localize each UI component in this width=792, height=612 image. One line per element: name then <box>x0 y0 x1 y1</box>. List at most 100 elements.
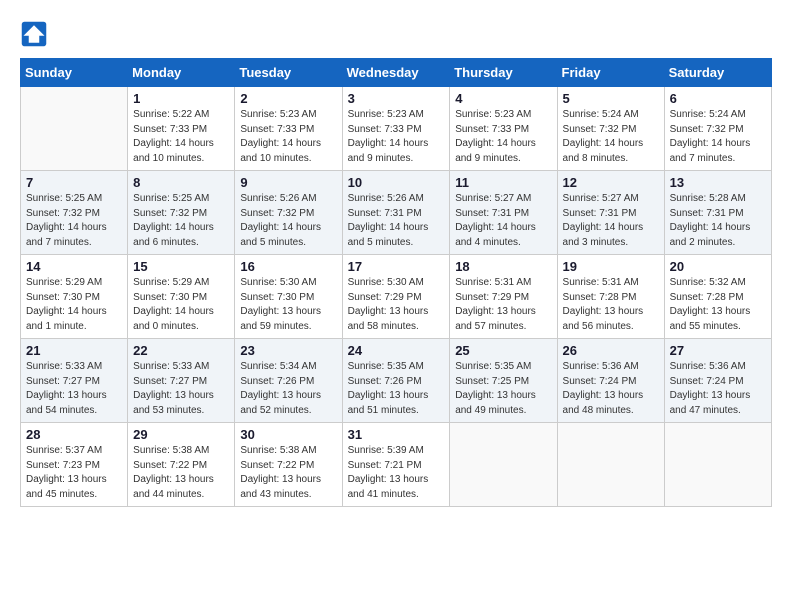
day-number: 1 <box>133 91 229 106</box>
day-number: 30 <box>240 427 336 442</box>
calendar-cell: 23 Sunrise: 5:34 AMSunset: 7:26 PMDayligh… <box>235 339 342 423</box>
day-info: Sunrise: 5:34 AMSunset: 7:26 PMDaylight:… <box>240 360 336 418</box>
logo-icon <box>20 20 48 48</box>
day-number: 25 <box>455 343 551 358</box>
calendar-week-row: 1 Sunrise: 5:22 AMSunset: 7:33 PMDaylight… <box>21 87 772 171</box>
calendar-cell: 24 Sunrise: 5:35 AMSunset: 7:26 PMDayligh… <box>342 339 450 423</box>
day-info: Sunrise: 5:37 AMSunset: 7:23 PMDaylight:… <box>26 444 122 502</box>
calendar-cell: 20 Sunrise: 5:32 AMSunset: 7:28 PMDayligh… <box>664 255 771 339</box>
calendar-cell: 11Sunrise: 5:27 AMSunset: 7:31 PMDayligh… <box>450 171 557 255</box>
day-number: 2 <box>240 91 336 106</box>
day-number: 22 <box>133 343 229 358</box>
day-info: Sunrise: 5:35 AMSunset: 7:25 PMDaylight:… <box>455 360 551 418</box>
calendar-cell <box>21 87 128 171</box>
day-info: Sunrise: 5:26 AMSunset: 7:31 PMDaylight:… <box>348 192 445 250</box>
day-info: Sunrise: 5:36 AMSunset: 7:24 PMDaylight:… <box>670 360 766 418</box>
day-number: 7 <box>26 175 122 190</box>
day-number: 21 <box>26 343 122 358</box>
day-number: 9 <box>240 175 336 190</box>
day-number: 6 <box>670 91 766 106</box>
calendar-cell: 5Sunrise: 5:24 AMSunset: 7:32 PMDaylight… <box>557 87 664 171</box>
calendar-week-row: 14 Sunrise: 5:29 AMSunset: 7:30 PMDayligh… <box>21 255 772 339</box>
calendar-cell: 16 Sunrise: 5:30 AMSunset: 7:30 PMDayligh… <box>235 255 342 339</box>
calendar-cell: 7 Sunrise: 5:25 AMSunset: 7:32 PMDaylight… <box>21 171 128 255</box>
page-header <box>20 20 772 48</box>
day-number: 31 <box>348 427 445 442</box>
day-info: Sunrise: 5:38 AMSunset: 7:22 PMDaylight:… <box>133 444 229 502</box>
day-of-week-header: Monday <box>128 59 235 87</box>
calendar-cell: 21 Sunrise: 5:33 AMSunset: 7:27 PMDayligh… <box>21 339 128 423</box>
calendar-cell: 22 Sunrise: 5:33 AMSunset: 7:27 PMDayligh… <box>128 339 235 423</box>
logo <box>20 20 52 48</box>
day-number: 3 <box>348 91 445 106</box>
day-info: Sunrise: 5:24 AMSunset: 7:32 PMDaylight:… <box>563 108 659 166</box>
day-info: Sunrise: 5:31 AMSunset: 7:28 PMDaylight:… <box>563 276 659 334</box>
calendar-cell: 2Sunrise: 5:23 AMSunset: 7:33 PMDaylight… <box>235 87 342 171</box>
day-info: Sunrise: 5:29 AMSunset: 7:30 PMDaylight:… <box>26 276 122 334</box>
day-number: 16 <box>240 259 336 274</box>
day-info: Sunrise: 5:25 AMSunset: 7:32 PMDaylight:… <box>133 192 229 250</box>
day-of-week-header: Tuesday <box>235 59 342 87</box>
day-info: Sunrise: 5:27 AMSunset: 7:31 PMDaylight:… <box>455 192 551 250</box>
day-info: Sunrise: 5:28 AMSunset: 7:31 PMDaylight:… <box>670 192 766 250</box>
calendar-cell: 17 Sunrise: 5:30 AMSunset: 7:29 PMDayligh… <box>342 255 450 339</box>
day-info: Sunrise: 5:33 AMSunset: 7:27 PMDaylight:… <box>26 360 122 418</box>
day-info: Sunrise: 5:25 AMSunset: 7:32 PMDaylight:… <box>26 192 122 250</box>
calendar-cell: 1 Sunrise: 5:22 AMSunset: 7:33 PMDaylight… <box>128 87 235 171</box>
day-number: 29 <box>133 427 229 442</box>
calendar-cell: 15 Sunrise: 5:29 AMSunset: 7:30 PMDayligh… <box>128 255 235 339</box>
day-info: Sunrise: 5:31 AMSunset: 7:29 PMDaylight:… <box>455 276 551 334</box>
day-info: Sunrise: 5:23 AMSunset: 7:33 PMDaylight:… <box>348 108 445 166</box>
calendar-cell <box>557 423 664 507</box>
day-info: Sunrise: 5:30 AMSunset: 7:30 PMDaylight:… <box>240 276 336 334</box>
day-number: 8 <box>133 175 229 190</box>
day-info: Sunrise: 5:32 AMSunset: 7:28 PMDaylight:… <box>670 276 766 334</box>
day-number: 24 <box>348 343 445 358</box>
day-of-week-header: Wednesday <box>342 59 450 87</box>
calendar-cell: 13 Sunrise: 5:28 AMSunset: 7:31 PMDayligh… <box>664 171 771 255</box>
calendar-cell: 10Sunrise: 5:26 AMSunset: 7:31 PMDayligh… <box>342 171 450 255</box>
calendar-cell: 25 Sunrise: 5:35 AMSunset: 7:25 PMDayligh… <box>450 339 557 423</box>
day-of-week-header: Saturday <box>664 59 771 87</box>
day-number: 12 <box>563 175 659 190</box>
day-of-week-header: Friday <box>557 59 664 87</box>
calendar-cell: 27 Sunrise: 5:36 AMSunset: 7:24 PMDayligh… <box>664 339 771 423</box>
calendar-cell: 8 Sunrise: 5:25 AMSunset: 7:32 PMDaylight… <box>128 171 235 255</box>
calendar-cell <box>664 423 771 507</box>
calendar-cell: 19 Sunrise: 5:31 AMSunset: 7:28 PMDayligh… <box>557 255 664 339</box>
calendar-cell: 30 Sunrise: 5:38 AMSunset: 7:22 PMDayligh… <box>235 423 342 507</box>
day-number: 17 <box>348 259 445 274</box>
calendar-header-row: SundayMondayTuesdayWednesdayThursdayFrid… <box>21 59 772 87</box>
day-number: 13 <box>670 175 766 190</box>
day-number: 28 <box>26 427 122 442</box>
day-info: Sunrise: 5:30 AMSunset: 7:29 PMDaylight:… <box>348 276 445 334</box>
calendar-cell: 26Sunrise: 5:36 AMSunset: 7:24 PMDayligh… <box>557 339 664 423</box>
day-info: Sunrise: 5:36 AMSunset: 7:24 PMDaylight:… <box>563 360 659 418</box>
calendar-cell: 29 Sunrise: 5:38 AMSunset: 7:22 PMDayligh… <box>128 423 235 507</box>
calendar-cell: 31Sunrise: 5:39 AMSunset: 7:21 PMDayligh… <box>342 423 450 507</box>
calendar-cell <box>450 423 557 507</box>
day-info: Sunrise: 5:35 AMSunset: 7:26 PMDaylight:… <box>348 360 445 418</box>
day-info: Sunrise: 5:24 AMSunset: 7:32 PMDaylight:… <box>670 108 766 166</box>
day-info: Sunrise: 5:26 AMSunset: 7:32 PMDaylight:… <box>240 192 336 250</box>
day-number: 19 <box>563 259 659 274</box>
calendar-cell: 6 Sunrise: 5:24 AMSunset: 7:32 PMDaylight… <box>664 87 771 171</box>
calendar-cell: 12Sunrise: 5:27 AMSunset: 7:31 PMDayligh… <box>557 171 664 255</box>
day-info: Sunrise: 5:38 AMSunset: 7:22 PMDaylight:… <box>240 444 336 502</box>
day-number: 15 <box>133 259 229 274</box>
day-number: 20 <box>670 259 766 274</box>
day-number: 23 <box>240 343 336 358</box>
day-number: 27 <box>670 343 766 358</box>
day-of-week-header: Thursday <box>450 59 557 87</box>
day-number: 4 <box>455 91 551 106</box>
day-number: 14 <box>26 259 122 274</box>
day-of-week-header: Sunday <box>21 59 128 87</box>
day-info: Sunrise: 5:22 AMSunset: 7:33 PMDaylight:… <box>133 108 229 166</box>
day-info: Sunrise: 5:33 AMSunset: 7:27 PMDaylight:… <box>133 360 229 418</box>
day-number: 18 <box>455 259 551 274</box>
calendar-cell: 9 Sunrise: 5:26 AMSunset: 7:32 PMDaylight… <box>235 171 342 255</box>
calendar-cell: 3 Sunrise: 5:23 AMSunset: 7:33 PMDaylight… <box>342 87 450 171</box>
day-info: Sunrise: 5:29 AMSunset: 7:30 PMDaylight:… <box>133 276 229 334</box>
calendar-cell: 14 Sunrise: 5:29 AMSunset: 7:30 PMDayligh… <box>21 255 128 339</box>
calendar-table: SundayMondayTuesdayWednesdayThursdayFrid… <box>20 58 772 507</box>
